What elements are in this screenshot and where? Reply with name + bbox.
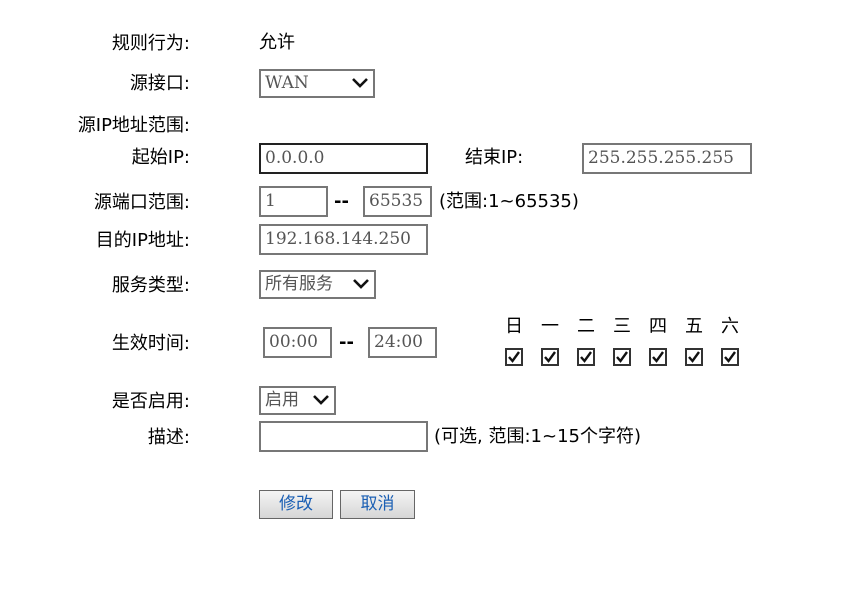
- day-label-fri: 五: [685, 316, 703, 337]
- end-ip-label: 结束IP:: [465, 147, 524, 168]
- rule-action-label: 规则行为:: [111, 33, 190, 54]
- day-checkbox-fri[interactable]: [685, 348, 703, 366]
- time-end-input[interactable]: 24:00: [368, 327, 437, 358]
- checkmark-icon: [544, 351, 556, 363]
- description-label: 描述:: [147, 427, 190, 448]
- start-ip-input[interactable]: 0.0.0.0: [259, 143, 428, 174]
- checkmark-icon: [616, 351, 628, 363]
- enabled-selected: 启用: [265, 390, 299, 410]
- day-checkbox-sun[interactable]: [505, 348, 523, 366]
- src-port-to-input[interactable]: 65535: [363, 186, 432, 217]
- modify-button[interactable]: 修改: [259, 490, 333, 519]
- dest-ip-input[interactable]: 192.168.144.250: [259, 224, 428, 255]
- day-checkbox-mon[interactable]: [541, 348, 559, 366]
- day-label-wed: 三: [613, 316, 631, 337]
- day-checkbox-thu[interactable]: [649, 348, 667, 366]
- time-range-separator: --: [339, 332, 354, 353]
- rule-action-value: 允许: [259, 32, 295, 53]
- dest-ip-label: 目的IP地址:: [95, 230, 190, 251]
- day-label-thu: 四: [649, 316, 667, 337]
- description-hint: (可选, 范围:1~15个字符): [434, 426, 641, 447]
- service-type-selected: 所有服务: [265, 274, 333, 294]
- src-interface-select[interactable]: WAN: [259, 69, 375, 98]
- checkmark-icon: [652, 351, 664, 363]
- day-checkbox-wed[interactable]: [613, 348, 631, 366]
- src-ip-range-label: 源IP地址范围:: [77, 115, 190, 136]
- enabled-label: 是否启用:: [111, 391, 190, 412]
- checkmark-icon: [508, 351, 520, 363]
- chevron-down-icon: [313, 395, 329, 405]
- port-range-separator: --: [334, 191, 349, 212]
- start-ip-label: 起始IP:: [131, 147, 190, 168]
- day-label-sat: 六: [721, 316, 739, 337]
- src-interface-label: 源接口:: [129, 73, 190, 94]
- description-input[interactable]: [259, 421, 428, 452]
- chevron-down-icon: [353, 279, 369, 289]
- effective-time-label: 生效时间:: [111, 333, 190, 354]
- service-type-select[interactable]: 所有服务: [259, 270, 376, 299]
- port-range-hint: (范围:1~65535): [439, 191, 579, 212]
- checkmark-icon: [724, 351, 736, 363]
- day-label-sun: 日: [505, 316, 523, 337]
- cancel-button[interactable]: 取消: [340, 490, 415, 519]
- chevron-down-icon: [352, 78, 368, 88]
- src-port-from-input[interactable]: 1: [259, 186, 328, 217]
- service-type-label: 服务类型:: [111, 275, 190, 296]
- day-label-mon: 一: [541, 316, 559, 337]
- time-start-input[interactable]: 00:00: [263, 327, 332, 358]
- checkmark-icon: [580, 351, 592, 363]
- enabled-select[interactable]: 启用: [259, 386, 336, 415]
- src-port-range-label: 源端口范围:: [93, 192, 190, 213]
- day-checkbox-tue[interactable]: [577, 348, 595, 366]
- day-checkbox-sat[interactable]: [721, 348, 739, 366]
- src-interface-selected: WAN: [265, 73, 309, 93]
- end-ip-input[interactable]: 255.255.255.255: [582, 143, 752, 174]
- checkmark-icon: [688, 351, 700, 363]
- day-label-tue: 二: [577, 316, 595, 337]
